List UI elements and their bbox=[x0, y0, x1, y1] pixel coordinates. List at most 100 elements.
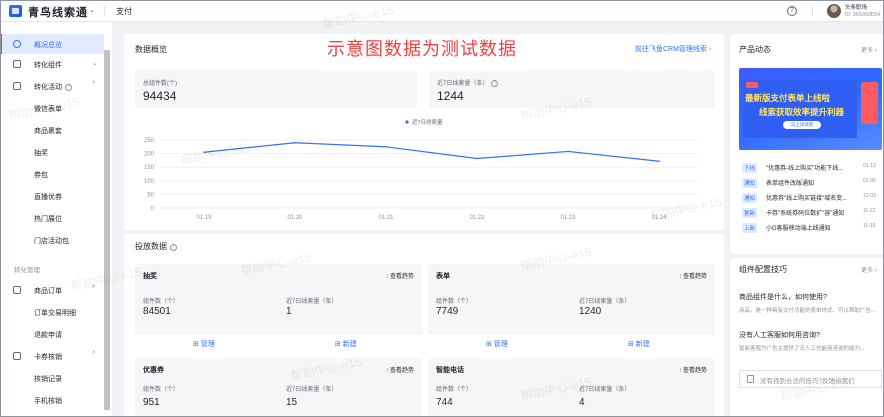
panel-value: 4 bbox=[579, 397, 585, 408]
feedback-label: 没有找到合适的技巧?反馈给我们 bbox=[760, 378, 855, 385]
panel-value: 951 bbox=[143, 397, 160, 408]
stat-total-components: 总组件数(个) 94434 bbox=[135, 70, 417, 108]
flag-icon bbox=[746, 82, 758, 88]
delivery-card: 投放数据? 抽奖 ⫶ 查看趋势 组件数（个） 近7日线索量（条） 84501 1… bbox=[124, 234, 724, 417]
chevron-up-icon[interactable]: ^ bbox=[92, 285, 95, 292]
sidebar-item-label: 热门展位 bbox=[34, 216, 62, 223]
manage-button[interactable]: ⊞ 管理 bbox=[486, 339, 508, 349]
scrollbar[interactable] bbox=[104, 50, 110, 410]
sidebar-item-activities[interactable]: 转化活动? ^ bbox=[0, 76, 104, 96]
sidebar-item-label: 概况总览 bbox=[34, 42, 62, 49]
sidebar-item-store-activity[interactable]: 门店活动包 bbox=[0, 230, 104, 250]
news-item[interactable]: 上新 小G客服移动端上线通知 11-10 bbox=[739, 222, 883, 234]
news-date: 11-22 bbox=[863, 208, 876, 214]
top-bar: 青鸟线索通 ⌄ 支付 ? 头条职场 ID: 3563908054 bbox=[0, 0, 884, 22]
sidebar-item-redeem-records[interactable]: 核销记录 bbox=[0, 368, 104, 388]
sidebar: 概况总览 转化组件 ⌄ 转化活动? ^ 微信表单 商品裹套 抽奖 券包 直播优券… bbox=[0, 22, 112, 417]
more-link[interactable]: 更多 › bbox=[861, 265, 877, 274]
y-tick-label: 100 bbox=[144, 179, 155, 185]
news-item[interactable]: 通知 表单组件改版通知 01-05 bbox=[739, 177, 883, 189]
sidebar-item-label: 微信表单 bbox=[34, 106, 62, 113]
y-tick-label: 200 bbox=[144, 152, 155, 158]
sidebar-item-order-details[interactable]: 订单交易明细 bbox=[0, 302, 104, 322]
sidebar-item-refunds[interactable]: 退款申请 bbox=[0, 324, 104, 344]
document-icon bbox=[747, 375, 754, 383]
panel-title: 优惠券 bbox=[143, 367, 164, 374]
view-trend-link[interactable]: ⫶ 查看趋势 bbox=[680, 271, 707, 281]
data-point bbox=[567, 150, 569, 153]
faq-question[interactable]: 商品组件是什么，如何使用? bbox=[739, 292, 827, 302]
sidebar-item-overview[interactable]: 概况总览 bbox=[0, 34, 104, 54]
sidebar-item-lottery[interactable]: 抽奖 bbox=[0, 142, 104, 162]
logo-icon bbox=[9, 5, 22, 17]
help-icon[interactable]: ? bbox=[787, 6, 797, 16]
manage-button[interactable]: ⊞ 管理 bbox=[193, 339, 215, 349]
order-icon bbox=[13, 286, 21, 294]
create-button[interactable]: ⊞ 新建 bbox=[628, 339, 650, 349]
sidebar-item-label: 商品订单 bbox=[34, 288, 62, 295]
brand-name[interactable]: 青鸟线索通 bbox=[28, 4, 88, 20]
panel-key: 近7日线索量（条） bbox=[579, 387, 631, 393]
stat-value: 1244 bbox=[437, 89, 464, 103]
news-item[interactable]: 更新 卡券"系统券码位数扩"容"通知 11-22 bbox=[739, 207, 883, 219]
stat-value: 94434 bbox=[143, 89, 177, 103]
sidebar-item-product-bundle[interactable]: 商品裹套 bbox=[0, 120, 104, 140]
section-label[interactable]: 支付 bbox=[116, 6, 132, 17]
sidebar-item-live-coupon[interactable]: 直播优券 bbox=[0, 186, 104, 206]
promo-banner[interactable]: 最新版支付表单上线啦 线索获取效率提升利器 马上试试吧 bbox=[739, 68, 882, 150]
panel-lottery: 抽奖 ⫶ 查看趋势 组件数（个） 近7日线索量（条） 84501 1 ⊞ 管理 … bbox=[135, 264, 422, 352]
sidebar-item-label: 退款申请 bbox=[34, 332, 62, 339]
banner-button[interactable]: 马上试试吧 bbox=[783, 121, 821, 129]
y-tick-label: 50 bbox=[147, 192, 154, 198]
panel-title: 智能电话 bbox=[436, 367, 464, 374]
avatar[interactable] bbox=[827, 4, 841, 18]
news-tag: 通知 bbox=[742, 178, 758, 188]
help-icon[interactable]: ? bbox=[491, 80, 499, 87]
panel-title: 表单 bbox=[436, 273, 450, 280]
news-item[interactable]: 下线 "优惠券-线上购买"功能下线... 01-13 bbox=[739, 162, 883, 174]
help-icon[interactable]: ? bbox=[65, 84, 72, 91]
sidebar-item-coupon-pack[interactable]: 券包 bbox=[0, 164, 104, 184]
chevron-up-icon[interactable]: ^ bbox=[92, 81, 95, 88]
panel-value: 84501 bbox=[143, 306, 171, 317]
sidebar-item-hot-booth[interactable]: 热门展位 bbox=[0, 208, 104, 228]
leads-line-chart: 0 50 100 150 200 250 01.19 01.20 01.21 01.22 01.23… bbox=[144, 118, 698, 221]
view-trend-link[interactable]: ⫶ 查看趋势 bbox=[387, 365, 414, 375]
sidebar-item-voucher[interactable]: 卡券核销 ^ bbox=[0, 346, 104, 366]
news-tag: 更新 bbox=[742, 208, 758, 218]
stat-leads-7d: 近7日线索量（条）? 1244 bbox=[429, 70, 715, 108]
crm-link[interactable]: 前往飞鱼CRM管理线索 › bbox=[635, 44, 711, 54]
create-button[interactable]: ⊞ 新建 bbox=[335, 339, 357, 349]
help-icon[interactable]: ? bbox=[170, 244, 177, 251]
tips-title: 组件配置技巧 bbox=[739, 265, 787, 274]
sidebar-item-components[interactable]: 转化组件 ⌄ bbox=[0, 54, 104, 74]
view-trend-link[interactable]: ⫶ 查看趋势 bbox=[387, 271, 414, 281]
panel-key: 组件数（个） bbox=[143, 387, 180, 393]
chevron-down-icon[interactable]: ⌄ bbox=[89, 6, 95, 14]
user-name[interactable]: 头条职场 bbox=[845, 3, 867, 11]
news-tag: 上新 bbox=[742, 223, 758, 233]
product-news-title: 产品动态 bbox=[739, 45, 771, 54]
chevron-up-icon[interactable]: ^ bbox=[92, 351, 95, 358]
news-item[interactable]: 通知 优惠券"线上购买链接"域名变... 12-03 bbox=[739, 192, 883, 204]
panel-value: 1 bbox=[286, 306, 292, 317]
sidebar-item-orders[interactable]: 商品订单 ^ bbox=[0, 280, 104, 300]
sidebar-item-mobile-redeem[interactable]: 手机核销 bbox=[0, 390, 104, 410]
view-trend-link[interactable]: ⫶ 查看趋势 bbox=[680, 365, 707, 375]
chevron-down-icon[interactable]: ⌄ bbox=[92, 59, 98, 67]
panel-value: 744 bbox=[436, 397, 453, 408]
feedback-button[interactable]: 没有找到合适的技巧?反馈给我们 bbox=[739, 370, 882, 388]
panel-form: 表单 ⫶ 查看趋势 组件数（个） 近7日线索量（条） 7749 1240 ⊞ 管… bbox=[428, 264, 715, 352]
sidebar-item-label: 转化组件 bbox=[34, 62, 62, 69]
panel-key: 组件数（个） bbox=[436, 299, 473, 305]
news-text: 卡券"系统券码位数扩"容"通知 bbox=[766, 211, 845, 217]
clock-icon bbox=[13, 40, 21, 48]
news-date: 01-13 bbox=[863, 163, 876, 169]
data-point bbox=[294, 141, 296, 144]
more-link[interactable]: 更多 › bbox=[861, 45, 877, 54]
sidebar-item-label: 卡券核销 bbox=[34, 354, 62, 361]
faq-question[interactable]: 没有人工客服如何用咨询? bbox=[739, 330, 820, 340]
sidebar-item-wechat-form[interactable]: 微信表单 bbox=[0, 98, 104, 118]
overview-card: 数据概览 前往飞鱼CRM管理线索 › 总组件数(个) 94434 近7日线索量（… bbox=[124, 34, 724, 230]
ticket-icon bbox=[13, 352, 21, 360]
